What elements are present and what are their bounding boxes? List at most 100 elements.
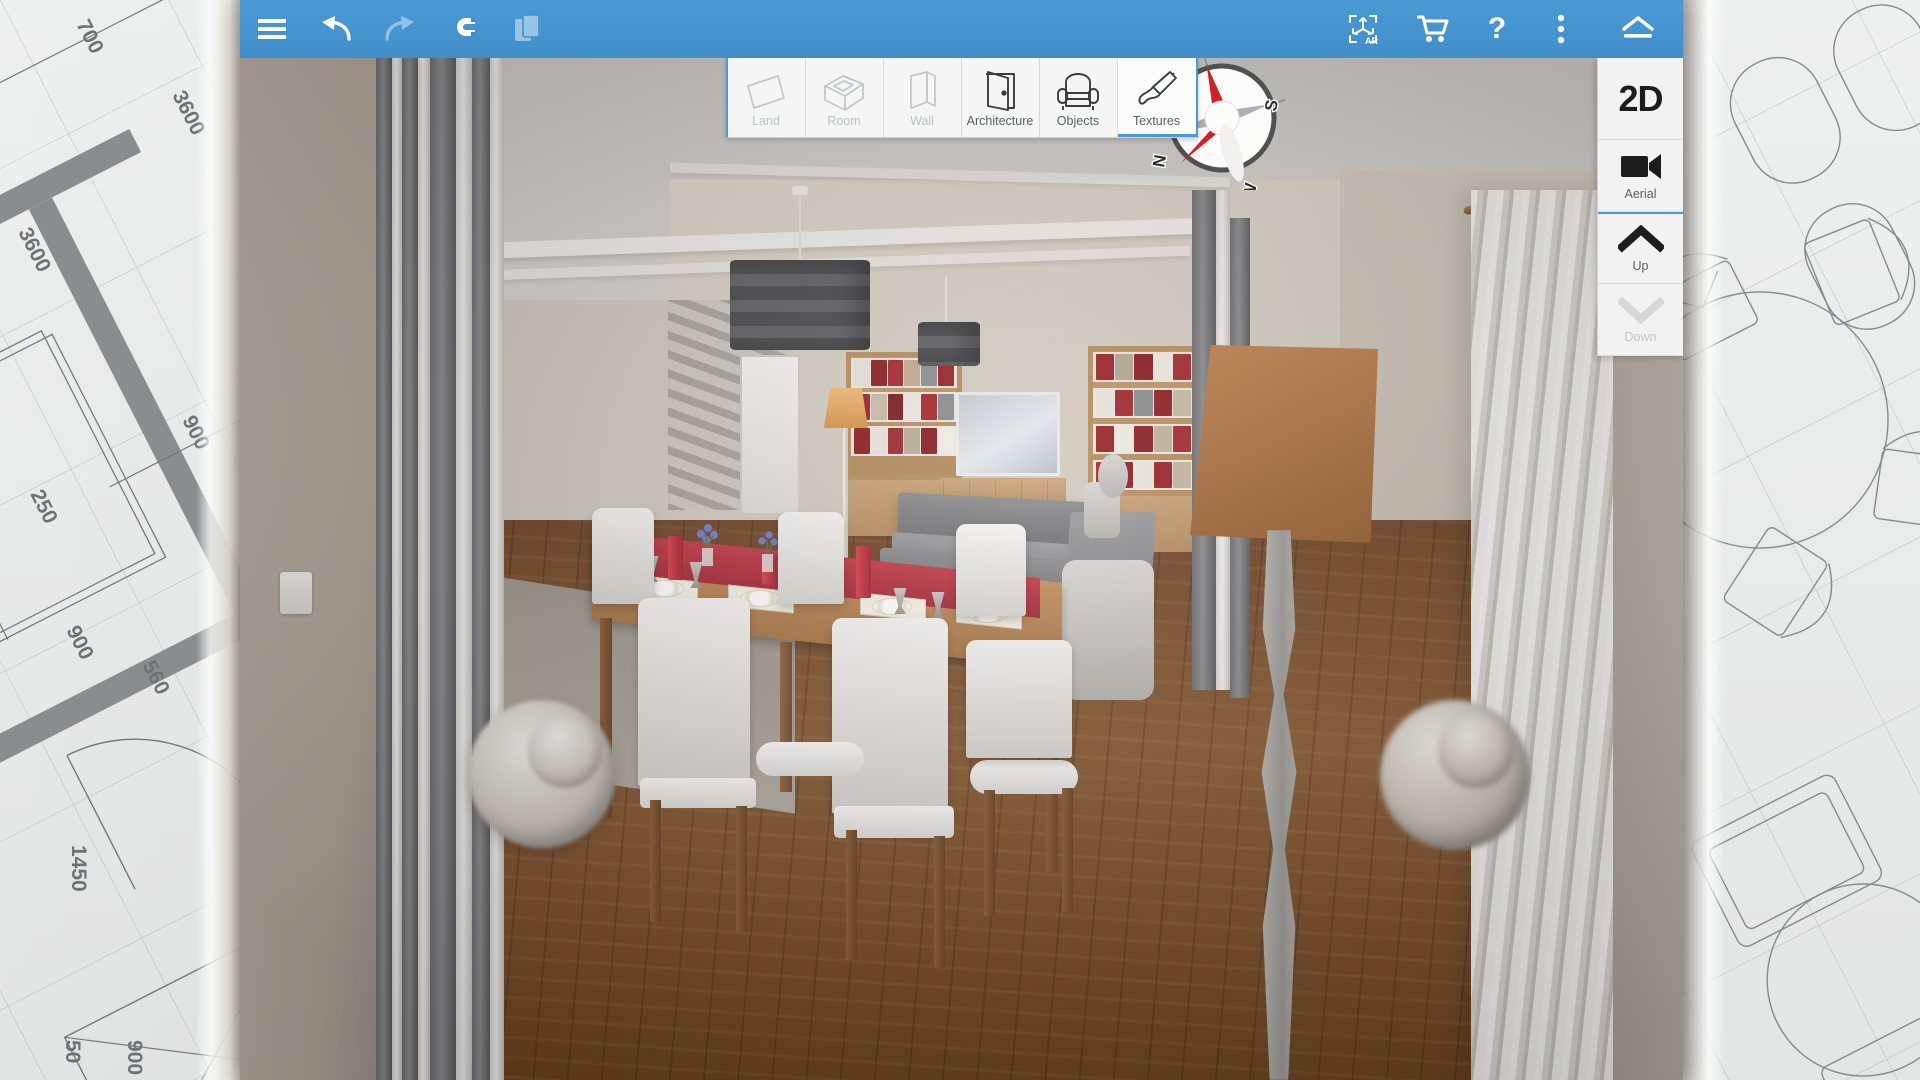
view-2d-label: 2D bbox=[1618, 77, 1663, 119]
foreground-decor-left bbox=[468, 700, 616, 848]
wall-icon bbox=[902, 68, 942, 112]
compass-label-n: N bbox=[1150, 153, 1170, 168]
snap-magnet-button[interactable] bbox=[432, 0, 496, 58]
pendant-cord-1 bbox=[799, 194, 801, 264]
undo-icon bbox=[319, 16, 353, 42]
bp-dim-1450: 1450 bbox=[67, 845, 90, 892]
bp-dim-50: 50 bbox=[61, 1040, 84, 1063]
light-switch[interactable] bbox=[280, 572, 312, 614]
foreground-wall-left bbox=[240, 28, 388, 1080]
architecture-icon bbox=[980, 68, 1020, 112]
aerial-view-button[interactable]: Aerial bbox=[1598, 140, 1683, 212]
foreground-lamp-shade bbox=[1190, 345, 1378, 543]
pillar-1 bbox=[376, 28, 392, 1080]
ar-button[interactable]: AR bbox=[1331, 0, 1395, 58]
tab-objects-label: Objects bbox=[1056, 113, 1100, 128]
pendant-lamp-2 bbox=[918, 322, 980, 366]
svg-text:?: ? bbox=[1488, 13, 1506, 45]
chevron-down-icon bbox=[1615, 295, 1666, 329]
floor-lamp-shade bbox=[824, 388, 868, 428]
tab-architecture[interactable]: Architecture bbox=[961, 58, 1040, 137]
armchair-front bbox=[1062, 560, 1154, 700]
duplicate-icon bbox=[514, 14, 542, 44]
more-options-button[interactable] bbox=[1529, 0, 1593, 58]
tab-textures-label: Textures bbox=[1132, 113, 1181, 128]
tab-textures[interactable]: Textures bbox=[1117, 58, 1196, 137]
chair-near-2-leg-r bbox=[934, 836, 945, 968]
chair-near-2-leg-l bbox=[846, 830, 857, 960]
toggle-2d-view-button[interactable]: 2D bbox=[1598, 58, 1683, 140]
chair-far-1[interactable] bbox=[592, 508, 654, 604]
redo-button[interactable] bbox=[368, 0, 432, 58]
pendant-cord-2 bbox=[945, 276, 947, 324]
magnet-icon bbox=[449, 14, 479, 44]
collapse-icon bbox=[1618, 15, 1658, 43]
chair-near-1-leg-l bbox=[650, 800, 661, 922]
3d-scene-viewport[interactable] bbox=[240, 0, 1683, 1080]
up-label: Up bbox=[1632, 258, 1649, 273]
menu-button[interactable] bbox=[240, 0, 304, 58]
view-tools-panel: 2D Aerial Up Down bbox=[1597, 58, 1683, 356]
chevron-up-icon bbox=[1615, 224, 1666, 258]
shop-button[interactable] bbox=[1401, 0, 1465, 58]
chair-right-leg-r bbox=[1062, 788, 1073, 912]
pillar-8 bbox=[490, 28, 504, 1080]
category-tab-bar: Land Room Wall Architecture Objects Text… bbox=[725, 58, 1198, 138]
pillar-7 bbox=[472, 28, 490, 1080]
land-icon bbox=[744, 68, 788, 112]
svg-text:AR: AR bbox=[1365, 36, 1378, 46]
cart-icon bbox=[1417, 14, 1449, 44]
level-up-button[interactable]: Up bbox=[1598, 212, 1683, 284]
tab-objects[interactable]: Objects bbox=[1039, 58, 1118, 137]
overflow-menu-icon bbox=[1556, 14, 1566, 44]
chair-far-3[interactable] bbox=[956, 524, 1026, 616]
pendant-lamp-1 bbox=[730, 260, 870, 350]
tab-land-label: Land bbox=[752, 113, 780, 128]
chair-far-2[interactable] bbox=[778, 512, 844, 604]
tab-wall-label: Wall bbox=[910, 113, 934, 128]
textures-icon bbox=[1136, 68, 1178, 112]
candle-1 bbox=[668, 536, 683, 580]
chair-mid-seat bbox=[756, 742, 864, 776]
chair-near-1-leg-r bbox=[736, 806, 747, 932]
foreground-decor-right bbox=[1380, 700, 1530, 850]
chair-near-2[interactable] bbox=[832, 618, 948, 814]
plate-3 bbox=[872, 598, 912, 615]
tab-room[interactable]: Room bbox=[805, 58, 884, 137]
ar-icon: AR bbox=[1346, 12, 1380, 46]
flower-vase-1 bbox=[692, 522, 722, 566]
chair-right-back[interactable] bbox=[966, 640, 1072, 758]
app-window: E S N W Land Room bbox=[240, 0, 1683, 1080]
chair-near-1[interactable] bbox=[638, 598, 750, 786]
pillar-4 bbox=[418, 28, 430, 1080]
chair-right-leg-l bbox=[984, 790, 995, 916]
duplicate-button[interactable] bbox=[496, 0, 560, 58]
tab-room-label: Room bbox=[827, 113, 861, 128]
level-down-button[interactable]: Down bbox=[1598, 284, 1683, 356]
candle-4 bbox=[856, 546, 871, 598]
tab-wall[interactable]: Wall bbox=[883, 58, 962, 137]
top-toolbar: AR ? bbox=[240, 0, 1683, 58]
down-label: Down bbox=[1624, 329, 1657, 344]
tab-land[interactable]: Land bbox=[727, 58, 806, 137]
cushion-2 bbox=[1098, 454, 1128, 498]
pillar-3 bbox=[402, 28, 418, 1080]
collapse-toolbar-button[interactable] bbox=[1593, 0, 1683, 58]
compass-label-w: W bbox=[1239, 181, 1261, 190]
compass-label-s: S bbox=[1261, 98, 1282, 112]
pillar-2 bbox=[392, 28, 402, 1080]
menu-icon bbox=[258, 18, 286, 40]
aerial-label: Aerial bbox=[1624, 186, 1657, 201]
redo-icon bbox=[383, 16, 417, 42]
objects-icon bbox=[1055, 68, 1101, 112]
help-icon: ? bbox=[1485, 13, 1509, 45]
help-button[interactable]: ? bbox=[1465, 0, 1529, 58]
pillar-6 bbox=[456, 28, 472, 1080]
tab-architecture-label: Architecture bbox=[966, 113, 1034, 128]
room-icon bbox=[821, 68, 867, 112]
pillar-5 bbox=[430, 28, 456, 1080]
interior-door bbox=[740, 355, 800, 515]
bp-dim-900-b: 900 bbox=[123, 1040, 146, 1075]
camera-icon bbox=[1619, 151, 1663, 186]
undo-button[interactable] bbox=[304, 0, 368, 58]
